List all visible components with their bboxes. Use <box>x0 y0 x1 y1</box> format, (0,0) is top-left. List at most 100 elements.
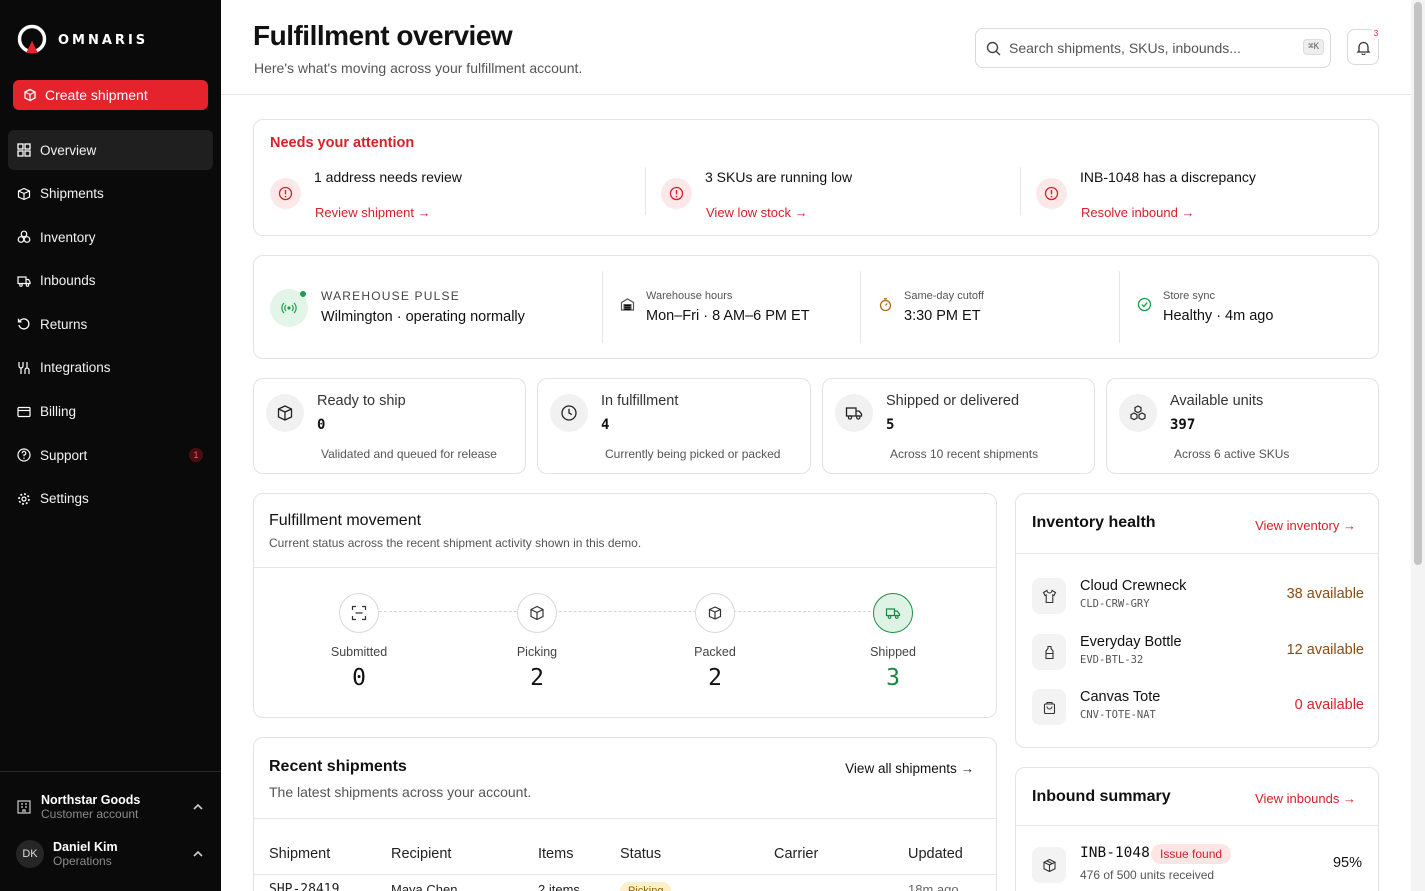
resolve-inbound-link[interactable]: Resolve inbound → <box>1081 205 1194 220</box>
sidebar-item-inventory[interactable]: Inventory <box>8 217 213 257</box>
alert-circle-icon <box>270 178 301 209</box>
sidebar-item-shipments[interactable]: Shipments <box>8 174 213 214</box>
sidebar-item-support[interactable]: Support 1 <box>8 435 213 475</box>
brand-logo[interactable]: OMNARIS <box>16 24 148 56</box>
table-cell-shipment[interactable]: SHP-28419 <box>269 882 339 891</box>
inventory-row[interactable]: Everyday Bottle EVD-BTL-32 12 available <box>1032 634 1364 674</box>
truck-icon <box>17 274 31 288</box>
sidebar-item-settings[interactable]: Settings <box>8 479 213 519</box>
notification-count-badge: 3 <box>1370 27 1382 39</box>
stat-card-available-units[interactable]: Available units 397 Across 6 active SKUs <box>1106 378 1379 474</box>
table-cell-items: 2 items <box>538 882 580 891</box>
column-header-items[interactable]: Items <box>538 846 573 862</box>
arrow-right-icon: → <box>1181 205 1195 220</box>
stat-card-in-fulfillment[interactable]: In fulfillment 4 Currently being picked … <box>537 378 811 474</box>
user-menu[interactable]: DK Daniel Kim Operations <box>16 840 206 868</box>
column-header-updated[interactable]: Updated <box>908 846 963 862</box>
sidebar-nav: Overview Shipments Inventory Inbounds Re… <box>8 130 213 522</box>
status-badge: Picking <box>620 882 672 891</box>
inventory-row[interactable]: Canvas Tote CNV-TOTE-NAT 0 available <box>1032 689 1364 729</box>
arrow-right-icon: → <box>417 205 431 220</box>
page-header: Fulfillment overview Here's what's movin… <box>221 0 1411 95</box>
step-submitted: Submitted 0 <box>299 593 419 691</box>
product-name: Canvas Tote <box>1080 689 1161 705</box>
stat-value: 397 <box>1170 417 1196 433</box>
create-shipment-button[interactable]: Create shipment <box>13 80 208 110</box>
user-role: Operations <box>53 854 112 868</box>
recent-shipments-subtitle: The latest shipments across your account… <box>269 784 532 800</box>
cutoff-value: 3:30 PM ET <box>904 308 981 324</box>
link-label: View low stock <box>706 205 792 220</box>
account-type: Customer account <box>41 807 139 821</box>
table-cell-status: Picking <box>620 882 672 891</box>
view-all-shipments-link[interactable]: View all shipments → <box>845 761 974 776</box>
stat-label: In fulfillment <box>601 393 679 409</box>
notifications-button[interactable]: 3 <box>1347 27 1382 65</box>
view-low-stock-link[interactable]: View low stock → <box>706 205 808 220</box>
sidebar: OMNARIS Create shipment Overview Shipmen… <box>0 0 221 891</box>
bell-icon <box>1355 41 1371 55</box>
view-inventory-link[interactable]: View inventory → <box>1255 518 1356 533</box>
sidebar-item-billing[interactable]: Billing <box>8 392 213 432</box>
inventory-row[interactable]: Cloud Crewneck CLD-CRW-GRY 38 available <box>1032 578 1364 618</box>
check-circle-icon <box>1137 297 1152 317</box>
sidebar-item-integrations[interactable]: Integrations <box>8 348 213 388</box>
boxes-icon <box>1119 394 1157 432</box>
sync-value: Healthy · 4m ago <box>1163 308 1274 324</box>
sidebar-item-returns[interactable]: Returns <box>8 304 213 344</box>
clock-icon <box>550 394 588 432</box>
arrow-right-icon: → <box>1343 518 1356 533</box>
pulse-label: WAREHOUSE PULSE <box>321 289 460 303</box>
search-box[interactable]: ⌘K <box>975 28 1331 68</box>
stat-card-ready-to-ship[interactable]: Ready to ship 0 Validated and queued for… <box>253 378 526 474</box>
arrow-right-icon: → <box>794 205 808 220</box>
scrollbar-thumb[interactable] <box>1414 2 1422 565</box>
step-label: Shipped <box>870 645 916 659</box>
step-label: Picking <box>516 645 558 659</box>
recent-shipments-card: Recent shipments The latest shipments ac… <box>253 737 997 891</box>
view-inbounds-link[interactable]: View inbounds → <box>1255 791 1356 806</box>
column-header-shipment[interactable]: Shipment <box>269 846 330 862</box>
alert-circle-icon <box>661 178 692 209</box>
divider <box>254 818 996 819</box>
sidebar-item-label: Shipments <box>40 186 104 202</box>
account-switcher[interactable]: Northstar Goods Customer account <box>16 793 206 821</box>
progress-connector <box>379 611 891 612</box>
status-badge: Issue found <box>1151 844 1232 864</box>
sidebar-footer-divider <box>0 771 221 772</box>
sidebar-item-overview[interactable]: Overview <box>8 130 213 170</box>
stat-value: 0 <box>317 417 326 433</box>
avatar: DK <box>16 840 44 868</box>
page-scrollbar[interactable] <box>1411 0 1425 891</box>
stat-label: Available units <box>1170 393 1264 409</box>
grid-icon <box>17 143 31 157</box>
inbound-received: 476 of 500 units received <box>1080 868 1215 882</box>
divider <box>1119 271 1120 343</box>
review-shipment-link[interactable]: Review shipment → <box>315 205 431 220</box>
step-shipped: Shipped 3 <box>833 593 953 691</box>
attention-text: INB-1048 has a discrepancy <box>1080 169 1256 185</box>
chevron-up-icon <box>193 850 203 857</box>
package-search-icon <box>517 593 557 633</box>
warehouse-icon <box>620 297 635 317</box>
search-input[interactable] <box>1009 40 1289 56</box>
sidebar-item-inbounds[interactable]: Inbounds <box>8 261 213 301</box>
alert-circle-icon <box>1036 178 1067 209</box>
inbound-id[interactable]: INB-1048 <box>1080 845 1150 861</box>
arrow-right-icon: → <box>960 761 975 776</box>
help-icon <box>17 448 31 462</box>
stat-value: 4 <box>601 417 610 433</box>
column-header-carrier[interactable]: Carrier <box>774 846 818 862</box>
availability-count: 12 available <box>1286 642 1364 658</box>
pulse-status: Wilmington · operating normally <box>321 309 525 325</box>
tote-bag-icon <box>1032 689 1066 725</box>
package-icon <box>266 394 304 432</box>
link-label: View inbounds <box>1255 791 1340 806</box>
stat-value: 5 <box>886 417 895 433</box>
boxes-icon <box>17 230 31 244</box>
package-icon <box>1032 847 1066 883</box>
stat-card-shipped[interactable]: Shipped or delivered 5 Across 10 recent … <box>822 378 1095 474</box>
column-header-status[interactable]: Status <box>620 846 661 862</box>
column-header-recipient[interactable]: Recipient <box>391 846 451 862</box>
account-name: Northstar Goods <box>41 793 141 807</box>
